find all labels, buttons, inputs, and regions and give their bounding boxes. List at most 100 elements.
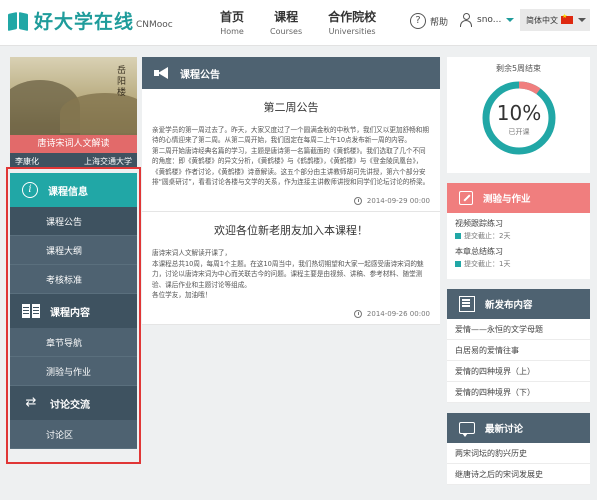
- quiz-header-label: 测验与作业: [483, 194, 531, 205]
- right-column: 剩余5周结束 10% 已开课 测验与作业 视频跟踪练习 提交截止：2天 本章总结…: [447, 57, 590, 485]
- edit-icon: [459, 191, 473, 205]
- user-menu[interactable]: sno...: [460, 13, 515, 27]
- nav-home-label: 首页: [220, 10, 245, 24]
- help-icon: ?: [410, 13, 426, 29]
- swap-icon: ⇄: [25, 395, 37, 410]
- user-name: sno...: [477, 15, 502, 25]
- quiz-name: 本章总结练习: [455, 247, 503, 256]
- help-link[interactable]: ? 帮助: [410, 13, 448, 29]
- mountain-shape: [60, 93, 137, 133]
- deadline-icon: [455, 261, 461, 267]
- nav-universities-sublabel: Universities: [328, 27, 376, 36]
- menu-section-label: 课程信息: [48, 186, 88, 198]
- nav-home[interactable]: 首页 Home: [220, 8, 244, 36]
- nav-courses-sublabel: Courses: [270, 27, 303, 36]
- chat-icon: [459, 422, 475, 437]
- course-meta: 李康化 上海交通大学: [10, 153, 137, 169]
- news-icon: [459, 296, 475, 312]
- megaphone-icon: [154, 67, 170, 79]
- quiz-list: 视频跟踪练习 提交截止：2天 本章总结练习 提交截止：1天: [447, 213, 590, 279]
- discussion-link[interactable]: 两宋词坛的豹兴历史: [447, 443, 590, 464]
- course-menu: i 课程信息 课程公告 课程大纲 考核标准 课程内容 章节导航 测验与作业 ⇄ …: [10, 173, 137, 449]
- deadline-icon: [455, 233, 461, 239]
- menu-section-course-content[interactable]: 课程内容: [10, 294, 137, 328]
- quiz-deadline: 提交截止：1天: [455, 259, 582, 269]
- remaining-weeks: 剩余5周结束: [495, 64, 542, 73]
- course-cover-image[interactable]: 岳阳楼 唐诗宋词人文解读: [10, 57, 137, 153]
- clock-icon: [353, 310, 362, 319]
- post-link[interactable]: 爱情的四种境界（上）: [447, 361, 590, 382]
- menu-section-discussion[interactable]: ⇄ 讨论交流: [10, 386, 137, 420]
- discussion-header: 最新讨论: [447, 413, 590, 443]
- chevron-down-icon: [506, 18, 515, 22]
- menu-item-syllabus[interactable]: 课程大纲: [10, 236, 137, 265]
- language-select[interactable]: 简体中文: [520, 9, 590, 31]
- top-header: 好大学在线 CNMooc 首页 Home 课程 Courses 合作院校 Uni…: [0, 0, 597, 46]
- menu-item-chapters[interactable]: 章节导航: [10, 328, 137, 357]
- nav-universities[interactable]: 合作院校 Universities: [328, 8, 376, 36]
- china-flag-icon: [561, 13, 573, 24]
- posts-header: 新发布内容: [447, 289, 590, 319]
- posts-header-label: 新发布内容: [485, 300, 533, 311]
- main-nav: 首页 Home 课程 Courses 合作院校 Universities: [220, 8, 402, 36]
- menu-section-course-info[interactable]: i 课程信息: [10, 173, 137, 207]
- info-icon: i: [22, 182, 38, 198]
- announcement-card: 欢迎各位新老朋友加入本课程！ 唐诗宋词人文解读开课了， 本课程总共10周，每周1…: [142, 212, 440, 326]
- help-label: 帮助: [430, 17, 449, 28]
- quiz-item[interactable]: 本章总结练习 提交截止：1天: [455, 246, 582, 269]
- post-link[interactable]: 白居易的爱情往事: [447, 340, 590, 361]
- discussion-list: 两宋词坛的豹兴历史 继唐诗之后的宋词发展史: [447, 443, 590, 485]
- announcement-footer: 2014-09-26 00:00: [152, 310, 430, 319]
- post-link[interactable]: 爱情——永恒的文学母题: [447, 319, 590, 340]
- menu-item-quizzes[interactable]: 测验与作业: [10, 357, 137, 386]
- announcement-header-label: 课程公告: [180, 69, 220, 81]
- announcement-header: 课程公告: [142, 57, 440, 89]
- language-label: 简体中文: [526, 15, 558, 25]
- menu-section-label: 课程内容: [50, 307, 90, 319]
- chevron-down-icon: [578, 18, 586, 22]
- quiz-name: 视频跟踪练习: [455, 219, 503, 228]
- discussion-link[interactable]: 继唐诗之后的宋词发展史: [447, 464, 590, 485]
- menu-item-announcements[interactable]: 课程公告: [10, 207, 137, 236]
- nav-courses-label: 课程: [274, 10, 299, 24]
- post-link[interactable]: 爱情的四种境界（下）: [447, 382, 590, 403]
- book-icon: [22, 304, 40, 318]
- menu-section-label: 讨论交流: [50, 399, 90, 411]
- logo-subtitle: CNMooc: [136, 19, 173, 30]
- course-title: 唐诗宋词人文解读: [10, 135, 137, 153]
- quiz-item[interactable]: 视频跟踪练习 提交截止：2天: [455, 218, 582, 241]
- announcement-title: 第二周公告: [263, 101, 319, 114]
- quiz-deadline-text: 提交截止：2天: [464, 232, 511, 240]
- progress-percent: 10%: [496, 101, 542, 125]
- course-teacher: 李康化: [15, 157, 39, 166]
- nav-courses[interactable]: 课程 Courses: [270, 8, 302, 36]
- discussion-header-label: 最新讨论: [485, 424, 524, 435]
- announcement-column: 课程公告 第二周公告 亲爱学员的第一周过去了。昨天，大家又度过了一个圆满金秋的中…: [142, 57, 440, 326]
- site-logo[interactable]: 好大学在线 CNMooc: [8, 7, 173, 34]
- quiz-header[interactable]: 测验与作业: [447, 183, 590, 213]
- announcement-footer: 2014-09-29 00:00: [152, 197, 430, 206]
- menu-item-forum[interactable]: 讨论区: [10, 420, 137, 449]
- logo-text: 好大学在线: [34, 11, 135, 33]
- announcement-date: 2014-09-26 00:00: [366, 310, 430, 319]
- course-school: 上海交通大学: [84, 157, 132, 166]
- book-logo-icon: [8, 10, 30, 32]
- announcement-title: 欢迎各位新老朋友加入本课程！: [214, 224, 368, 238]
- nav-home-sublabel: Home: [220, 27, 244, 36]
- menu-item-grading[interactable]: 考核标准: [10, 265, 137, 294]
- announcement-body: 亲爱学员的第一周过去了。昨天，大家又度过了一个圆满金秋的中秋节，我们又以更加舒畅…: [152, 126, 430, 187]
- left-column: 岳阳楼 唐诗宋词人文解读 李康化 上海交通大学 i 课程信息 课程公告 课程大纲…: [10, 57, 137, 449]
- cover-poem: 岳阳楼: [115, 65, 125, 98]
- posts-list: 爱情——永恒的文学母题 白居易的爱情往事 爱情的四种境界（上） 爱情的四种境界（…: [447, 319, 590, 403]
- progress-ring: 10% 已开课: [480, 79, 558, 157]
- user-icon: [460, 13, 472, 27]
- nav-universities-label: 合作院校: [328, 10, 377, 24]
- announcement-date: 2014-09-29 00:00: [366, 197, 430, 206]
- quiz-deadline-text: 提交截止：1天: [464, 260, 511, 268]
- quiz-deadline: 提交截止：2天: [455, 231, 582, 241]
- progress-widget: 剩余5周结束 10% 已开课: [447, 57, 590, 173]
- clock-icon: [353, 197, 362, 206]
- announcement-card: 第二周公告 亲爱学员的第一周过去了。昨天，大家又度过了一个圆满金秋的中秋节，我们…: [142, 89, 440, 213]
- announcement-body: 唐诗宋词人文解读开课了， 本课程总共10周，每周1个主题。在这10周当中，我们热…: [152, 249, 424, 300]
- progress-status: 已开课: [508, 128, 530, 136]
